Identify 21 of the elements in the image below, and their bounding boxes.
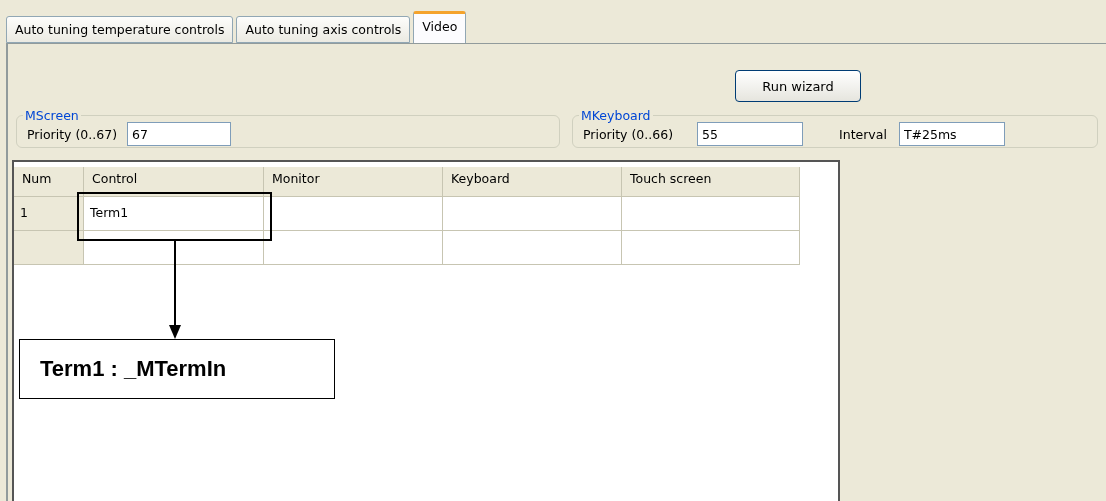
row-header bbox=[14, 231, 84, 265]
callout-label: Term1 : _MTermIn bbox=[19, 339, 335, 399]
tab[interactable]: Video bbox=[413, 11, 467, 43]
column-header[interactable]: Control bbox=[84, 167, 264, 197]
run-wizard-button[interactable]: Run wizard bbox=[735, 70, 861, 102]
column-header[interactable]: Num bbox=[14, 167, 84, 197]
column-header[interactable]: Monitor bbox=[264, 167, 443, 197]
input-field[interactable]: 55 bbox=[697, 122, 804, 146]
column-header[interactable]: Keyboard bbox=[443, 167, 622, 197]
field-label: Priority (0..66) bbox=[583, 126, 674, 142]
input-field[interactable]: 67 bbox=[127, 122, 232, 146]
field-label: Interval bbox=[839, 126, 887, 142]
group-title: MScreen bbox=[24, 108, 80, 123]
row-header: 1 bbox=[14, 197, 84, 231]
column-header[interactable]: Touch screen bbox=[622, 167, 800, 197]
table-cell: Term1 bbox=[84, 197, 264, 231]
tab[interactable]: Auto tuning axis controls bbox=[236, 16, 411, 43]
group-title: MKeyboard bbox=[580, 108, 652, 123]
input-field[interactable]: T#25ms bbox=[898, 122, 1005, 146]
tab[interactable]: Auto tuning temperature controls bbox=[6, 16, 234, 43]
field-label: Priority (0..67) bbox=[27, 126, 118, 142]
